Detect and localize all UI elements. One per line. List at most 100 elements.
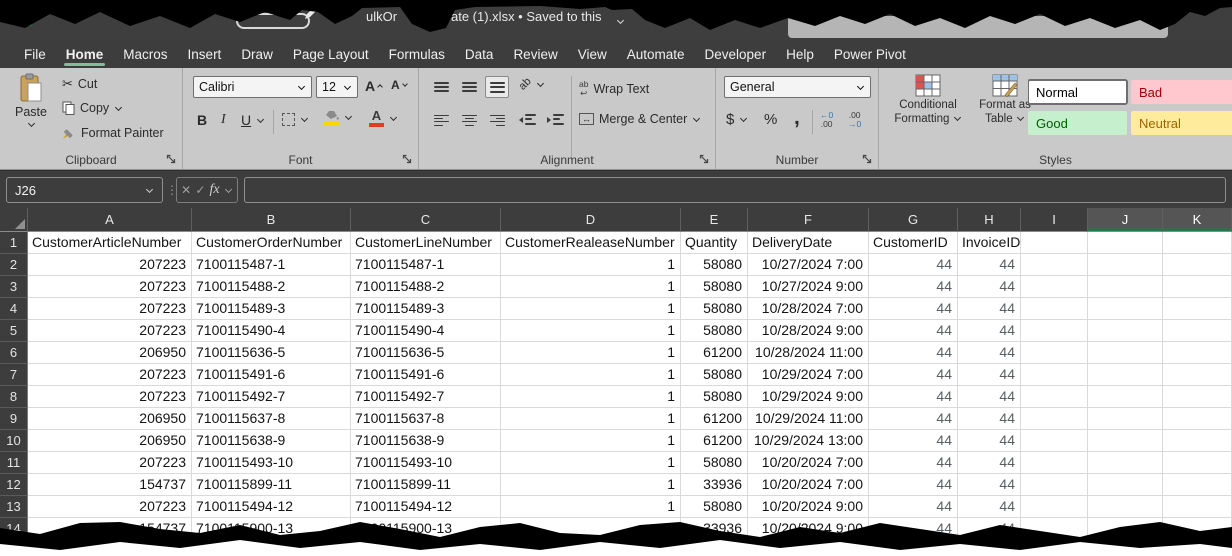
column-header-D[interactable]: D xyxy=(501,208,681,232)
cell[interactable]: 44 xyxy=(869,320,958,342)
cell[interactable]: 58080 xyxy=(681,254,748,276)
excel-app-icon[interactable]: X xyxy=(12,5,33,26)
cell[interactable]: 1 xyxy=(501,408,681,430)
cell[interactable] xyxy=(1021,430,1088,452)
column-header-C[interactable]: C xyxy=(351,208,501,232)
cell[interactable]: 44 xyxy=(869,298,958,320)
row-header-10[interactable]: 10 xyxy=(0,430,28,452)
cell[interactable]: 1 xyxy=(501,496,681,518)
cell[interactable]: 1 xyxy=(501,276,681,298)
cell[interactable]: 7100115488-2 xyxy=(351,276,501,298)
font-name-combo[interactable]: Calibri xyxy=(193,76,312,98)
cell[interactable]: 10/20/2024 9:00 xyxy=(748,496,869,518)
column-header-J[interactable]: J xyxy=(1088,208,1163,232)
cell[interactable] xyxy=(1163,342,1232,364)
cell[interactable]: 44 xyxy=(869,254,958,276)
cell[interactable] xyxy=(1021,320,1088,342)
cell[interactable] xyxy=(1088,496,1163,518)
cell[interactable] xyxy=(1088,408,1163,430)
cut-button[interactable]: ✂ Cut xyxy=(62,76,97,92)
cell[interactable]: 58080 xyxy=(681,452,748,474)
cell[interactable]: 207223 xyxy=(28,496,192,518)
cell[interactable] xyxy=(1163,254,1232,276)
cell[interactable]: 44 xyxy=(958,518,1021,540)
paste-dropdown-chevron-icon[interactable] xyxy=(27,120,34,127)
style-chip-bad[interactable]: Bad xyxy=(1131,80,1232,104)
cell[interactable]: 58080 xyxy=(681,298,748,320)
cell[interactable]: 10/28/2024 7:00 xyxy=(748,298,869,320)
cell[interactable]: 1 xyxy=(501,298,681,320)
cell[interactable] xyxy=(1163,364,1232,386)
column-header-H[interactable]: H xyxy=(958,208,1021,232)
select-all-corner[interactable] xyxy=(0,208,28,232)
cell[interactable]: 10/27/2024 9:00 xyxy=(748,276,869,298)
cell[interactable]: 1 xyxy=(501,320,681,342)
cell[interactable]: 7100115489-3 xyxy=(351,298,501,320)
cell[interactable]: 206950 xyxy=(28,408,192,430)
cell[interactable]: 7100115637-8 xyxy=(351,408,501,430)
cell[interactable]: 58080 xyxy=(681,496,748,518)
cell[interactable]: 33936 xyxy=(681,518,748,540)
column-header-B[interactable]: B xyxy=(192,208,351,232)
cell[interactable]: 7100115636-5 xyxy=(192,342,351,364)
paste-button[interactable]: Paste xyxy=(8,73,54,147)
tab-power-pivot[interactable]: Power Pivot xyxy=(824,40,916,68)
cell[interactable]: 7100115493-10 xyxy=(351,452,501,474)
cell[interactable] xyxy=(1088,386,1163,408)
name-box-chevron-icon[interactable] xyxy=(146,185,153,192)
cell[interactable]: 44 xyxy=(869,386,958,408)
autosave-toggle[interactable] xyxy=(236,13,310,29)
row-header-5[interactable]: 5 xyxy=(0,320,28,342)
cell[interactable]: 7100115899-11 xyxy=(192,474,351,496)
tab-draw[interactable]: Draw xyxy=(231,40,283,68)
cell[interactable]: 207223 xyxy=(28,254,192,276)
cell[interactable]: 44 xyxy=(869,452,958,474)
cell[interactable] xyxy=(1163,452,1232,474)
row-header-11[interactable]: 11 xyxy=(0,452,28,474)
cell[interactable]: 44 xyxy=(958,298,1021,320)
merge-center-button[interactable]: ↔ Merge & Center xyxy=(579,112,701,126)
title-dropdown-chevron-icon[interactable] xyxy=(616,12,625,30)
shrink-font-button[interactable]: A xyxy=(391,78,409,92)
cell[interactable] xyxy=(1021,452,1088,474)
cell[interactable]: 44 xyxy=(869,496,958,518)
cell[interactable]: 207223 xyxy=(28,364,192,386)
cell[interactable]: 44 xyxy=(958,320,1021,342)
cell[interactable]: 44 xyxy=(958,430,1021,452)
clipboard-dialog-launcher-icon[interactable] xyxy=(166,154,177,165)
cell[interactable]: 44 xyxy=(958,408,1021,430)
cell[interactable]: 7100115487-1 xyxy=(192,254,351,276)
header-cell[interactable]: CustomerRealeaseNumber xyxy=(501,232,681,254)
cell[interactable]: 7100115490-4 xyxy=(351,320,501,342)
cell[interactable] xyxy=(1163,408,1232,430)
style-chip-neutral[interactable]: Neutral xyxy=(1131,111,1232,135)
header-cell[interactable]: CustomerOrderNumber xyxy=(192,232,351,254)
row-header-14[interactable]: 14 xyxy=(0,518,28,540)
cell[interactable]: 1 xyxy=(501,430,681,452)
cell[interactable]: 207223 xyxy=(28,276,192,298)
tab-review[interactable]: Review xyxy=(503,40,567,68)
cell[interactable] xyxy=(1021,408,1088,430)
cell[interactable]: 58080 xyxy=(681,364,748,386)
cell[interactable]: 7100115490-4 xyxy=(192,320,351,342)
cell[interactable]: 207223 xyxy=(28,386,192,408)
cell[interactable]: 44 xyxy=(869,430,958,452)
cell[interactable] xyxy=(1163,430,1232,452)
cell[interactable]: 7100115899-11 xyxy=(351,474,501,496)
cell[interactable]: 10/27/2024 7:00 xyxy=(748,254,869,276)
top-align-button[interactable] xyxy=(429,76,453,98)
row-header-6[interactable]: 6 xyxy=(0,342,28,364)
increase-decimal-button[interactable]: .00→0 xyxy=(848,111,861,129)
cell[interactable]: 7100115638-9 xyxy=(192,430,351,452)
column-header-E[interactable]: E xyxy=(681,208,748,232)
percent-style-button[interactable]: % xyxy=(764,111,777,128)
cell[interactable]: 58080 xyxy=(681,386,748,408)
header-cell[interactable]: CustomerID xyxy=(869,232,958,254)
header-cell[interactable]: CustomerArticleNumber xyxy=(28,232,192,254)
header-cell[interactable]: InvoiceID xyxy=(958,232,1021,254)
cell[interactable]: 7100115494-12 xyxy=(192,496,351,518)
formula-input[interactable] xyxy=(244,177,1226,203)
cell[interactable]: 7100115638-9 xyxy=(351,430,501,452)
cell[interactable] xyxy=(1163,386,1232,408)
cell[interactable]: 10/29/2024 7:00 xyxy=(748,364,869,386)
